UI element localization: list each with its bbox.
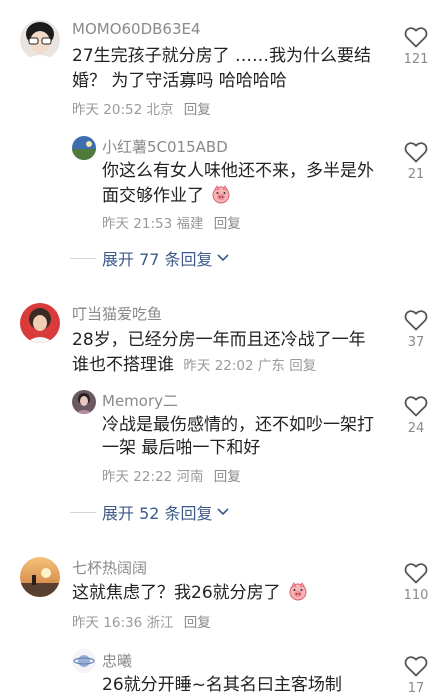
chevron-down-icon — [216, 254, 229, 262]
reply-username[interactable]: Memory二 — [102, 390, 178, 411]
comment-text-line: 婚？ 为了守活寡吗 哈哈哈哈 — [72, 71, 287, 91]
reply-meta: 昨天 22:22 河南 回复 — [102, 465, 241, 485]
avatar[interactable] — [20, 303, 60, 343]
like-count: 110 — [403, 588, 429, 603]
reply-text-line: 你这么有女人味他还不来，多半是外 — [102, 161, 374, 181]
comment-time: 昨天 20:52 — [72, 102, 143, 118]
comment-text-line: 这就焦虑了？我26就分房了 — [72, 581, 308, 606]
comment-time: 昨天 16:36 — [72, 615, 143, 631]
divider — [70, 511, 96, 513]
reply-time: 昨天 21:53 — [102, 216, 173, 232]
heart-outline-icon — [404, 656, 428, 677]
comment-username[interactable]: MOMO60DB63E4 — [72, 20, 201, 38]
reply-button[interactable]: 回复 — [184, 102, 211, 118]
heart-outline-icon — [404, 310, 428, 331]
like-count: 21 — [407, 167, 425, 182]
like-button[interactable]: 110 — [396, 562, 436, 603]
reply-button[interactable]: 回复 — [289, 358, 316, 374]
expand-replies-button[interactable]: 展开 77 条回复 — [70, 247, 229, 269]
avatar[interactable] — [72, 136, 96, 160]
comment-location: 广东 — [257, 358, 285, 374]
like-button[interactable]: 21 — [396, 141, 436, 182]
reply-username[interactable]: 忠曦 — [102, 650, 132, 671]
like-count: 121 — [403, 52, 429, 67]
reply-text-line: 26就分开睡~名其名曰主客场制 — [102, 675, 342, 695]
expand-replies-button[interactable]: 展开 52 条回复 — [70, 501, 229, 523]
heart-outline-icon — [404, 142, 428, 163]
comment-text-line: 27生完孩子就分房了 ……我为什么要结 — [72, 46, 372, 66]
comment-location: 北京 — [146, 102, 174, 118]
reply-text-line: 面交够作业了 — [102, 184, 231, 209]
comment-meta: 昨天 20:52 北京 回复 — [72, 98, 211, 118]
heart-outline-icon — [404, 563, 428, 584]
reply-text-line: 一架 最后啪一下和好 — [102, 438, 261, 458]
comment-text-line: 谁也不搭理谁 昨天 22:02 广东 回复 — [72, 355, 317, 375]
comment-text-line: 28岁，已经分房一年而且还冷战了一年 — [72, 330, 366, 350]
like-count: 24 — [407, 421, 425, 436]
heart-outline-icon — [404, 27, 428, 48]
avatar[interactable] — [72, 390, 96, 414]
reply-meta: 昨天 21:53 福建 回复 — [102, 212, 241, 232]
like-button[interactable]: 121 — [396, 26, 436, 67]
reply-location: 福建 — [176, 216, 204, 232]
chevron-down-icon — [216, 508, 229, 516]
avatar[interactable] — [72, 649, 96, 673]
expand-replies-label: 展开 77 条回复 — [102, 250, 213, 269]
comment-meta: 昨天 22:02 广东 回复 — [183, 358, 316, 374]
like-button[interactable]: 24 — [396, 395, 436, 436]
comment-username[interactable]: 叮当猫爱吃鱼 — [72, 303, 162, 324]
pig-face-emoji-icon — [289, 582, 307, 601]
pig-face-emoji-icon — [212, 185, 230, 204]
reply-text-line: 冷战是最伤感情的，还不如吵一架打 — [102, 415, 374, 435]
comment-time: 昨天 22:02 — [183, 358, 254, 374]
reply-username[interactable]: 小红薯5C015ABD — [102, 136, 228, 157]
comment-location: 浙江 — [146, 615, 174, 631]
reply-location: 河南 — [176, 469, 204, 485]
avatar[interactable] — [20, 20, 60, 60]
reply-time: 昨天 22:22 — [102, 469, 173, 485]
divider — [70, 257, 96, 259]
reply-button[interactable]: 回复 — [214, 216, 241, 232]
reply-button[interactable]: 回复 — [214, 469, 241, 485]
avatar[interactable] — [20, 557, 60, 597]
expand-replies-label: 展开 52 条回复 — [102, 504, 213, 523]
like-button[interactable]: 37 — [396, 309, 436, 350]
reply-button[interactable]: 回复 — [184, 615, 211, 631]
like-button[interactable]: 17 — [396, 655, 436, 696]
comment-meta: 昨天 16:36 浙江 回复 — [72, 611, 211, 631]
comment-username[interactable]: 七杯热阔阔 — [72, 557, 147, 578]
like-count: 37 — [407, 335, 425, 350]
heart-outline-icon — [404, 396, 428, 417]
